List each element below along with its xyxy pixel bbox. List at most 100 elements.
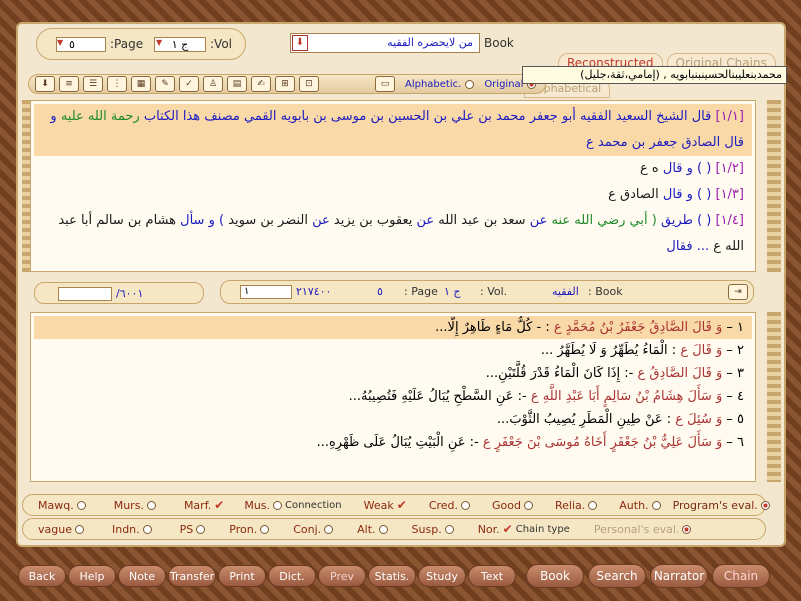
radio[interactable] [444,524,454,534]
nav-button-print[interactable]: Print [218,565,266,587]
radio[interactable] [378,524,388,534]
verse-row[interactable]: ٦ – وَ سَأَلَ عَلِيُّ بْنُ جَعْفَرٍ أَخَ… [34,431,752,454]
page-input[interactable]: ٥ [56,37,106,52]
verse-row[interactable]: ٤ – وَ سَأَلَ هِشَامُ بْنُ سَالِمٍ أَبَا… [34,385,752,408]
eval-auth[interactable]: Auth. [619,499,661,512]
text-icon[interactable]: ☰ [83,76,103,92]
eval-label: Cred. [428,498,459,512]
reference-icon[interactable]: ⊡ [299,76,319,92]
note-icon[interactable]: ✍ [251,76,271,92]
status-num1: ٢١٧٤٠٠ [296,285,332,298]
radio[interactable] [146,500,156,510]
radio[interactable] [142,524,152,534]
down-icon[interactable]: ⬇ [35,76,55,92]
radio[interactable] [651,500,661,510]
nav-button-book[interactable]: Book [526,564,584,588]
text-line: [١/١] قال الشيخ السعيد الفقيه أبو جعفر م… [34,104,752,130]
eval-cred[interactable]: Cred. [428,498,471,512]
text-span: هشام بن سالم أبا عبد [58,213,176,228]
mark-icon[interactable]: ✓ [179,76,199,92]
narrator-icon[interactable]: ♙ [203,76,223,92]
dropdown-arrow-icon[interactable]: ▼ [156,38,162,47]
book-select[interactable]: من لايحضره الفقيه [290,33,480,53]
radio[interactable] [324,524,334,534]
nav-button-note[interactable]: Note [118,565,166,587]
chain-icon[interactable]: ⋮ [107,76,127,92]
check-icon[interactable]: ✔ [214,498,224,512]
eval-label: Nor. [477,522,500,536]
export-icon[interactable]: ⇥ [728,284,748,300]
eval-marf[interactable]: Marf. ✔ [184,498,224,512]
radio[interactable] [74,524,84,534]
eval-relia[interactable]: Relia. [555,499,598,512]
eval-label: Program's eval. [672,498,758,512]
nav-button-back[interactable]: Back [18,565,66,587]
reference-link[interactable]: [١/٢] [715,161,744,176]
reference-link[interactable]: [١/٤] [715,213,744,228]
radio[interactable] [273,500,283,510]
dropdown-arrow-icon[interactable]: ▼ [57,38,63,47]
check-icon[interactable]: ✔ [397,498,407,512]
text-span: ( ) طريق [660,213,712,228]
text-span: عن [312,213,330,228]
radio[interactable] [760,500,770,510]
vol-label: :Vol [210,37,232,51]
verse-row[interactable]: ٥ – وَ سُئِلَ ع : عَنْ طِينِ الْمَطَرِ ي… [34,408,752,431]
radio[interactable] [524,500,533,510]
verse-text: -: عَنِ الْبَيْتِ يُبَالُ عَلَى ظَهْرِهِ… [316,435,479,450]
status-vol-label: : Vol. [480,285,508,298]
nav-button-chain[interactable]: Chain [712,564,770,588]
eval-nor[interactable]: Nor. ✔ Chain type [478,522,570,536]
text-span: ( ) و قال [662,161,712,176]
eval-mus[interactable]: Mus. Connection [244,499,341,512]
eval-susp[interactable]: Susp. [412,523,454,536]
reference-link[interactable]: [١/٣] [715,187,744,202]
eval-weak[interactable]: Weak ✔ [364,498,407,512]
eval-ps[interactable]: PS [180,523,206,536]
eval-pron[interactable]: Pron. [229,523,270,536]
eval-alt[interactable]: Alt. [357,523,388,536]
nav-button-statis[interactable]: Statis. [368,565,416,587]
alphabetic-radio[interactable] [465,79,475,89]
nav-button-narrator[interactable]: Narrator [650,564,708,588]
nav-button-search[interactable]: Search [588,564,646,588]
check-icon[interactable]: ✔ [503,522,513,536]
nav-button-help[interactable]: Help [68,565,116,587]
radio[interactable] [682,524,692,534]
nav-button-text[interactable]: Text [468,565,516,587]
eval-vague[interactable]: vague [38,523,84,536]
nav-button-study[interactable]: Study [418,565,466,587]
verse-row[interactable]: ٣ – وَ قَالَ الصَّادِقُ ع -: إِذَا كَانَ… [34,362,752,385]
toolbar: ⬇ ≡ ☰ ⋮ ▦ ✎ ✓ ♙ ▤ ✍ ⊞ ⊡ ▭ Alphabetic. Or… [28,74,546,94]
radio[interactable] [260,524,270,534]
vol-value: ج ١ [171,38,189,51]
eval-good[interactable]: Good [492,499,533,512]
list-icon[interactable]: ≡ [59,76,79,92]
status-book-value: الفقيه [552,285,579,298]
radio[interactable] [196,524,206,534]
nav-button-dict[interactable]: Dict. [268,565,316,587]
eval-mawq[interactable]: Mawq. [38,499,86,512]
count-input[interactable] [58,287,112,301]
eval-label: Good [492,498,521,512]
edit-icon[interactable]: ✎ [155,76,175,92]
radio[interactable] [588,500,598,510]
text-span: سعد بن عبد الله [438,213,526,228]
nav-button-transfer[interactable]: Transfer [168,565,216,587]
verse-row[interactable]: ١ – وَ قَالَ الصَّادِقُ جَعْفَرُ بْنُ مُ… [34,316,752,339]
folder-icon[interactable]: ▭ [375,76,395,92]
eval-label: Mawq. [38,498,74,512]
status-input[interactable]: ١ [240,285,292,299]
down-arrow-icon[interactable]: ⬇ [292,35,308,51]
hierarchy-icon[interactable]: ⊞ [275,76,295,92]
radio[interactable] [461,500,471,510]
eval-conj[interactable]: Conj. [293,523,334,536]
grid-icon[interactable]: ▦ [131,76,151,92]
eval-murs[interactable]: Murs. [114,499,156,512]
eval-indn[interactable]: Indn. [112,523,152,536]
reference-link[interactable]: [١/١] [715,109,744,124]
nav-button-prev[interactable]: Prev [318,565,366,587]
radio[interactable] [76,500,86,510]
verse-row[interactable]: ٢ – وَ قَالَ ع : الْمَاءُ يُطَهِّرُ وَ ل… [34,339,752,362]
books-icon[interactable]: ▤ [227,76,247,92]
